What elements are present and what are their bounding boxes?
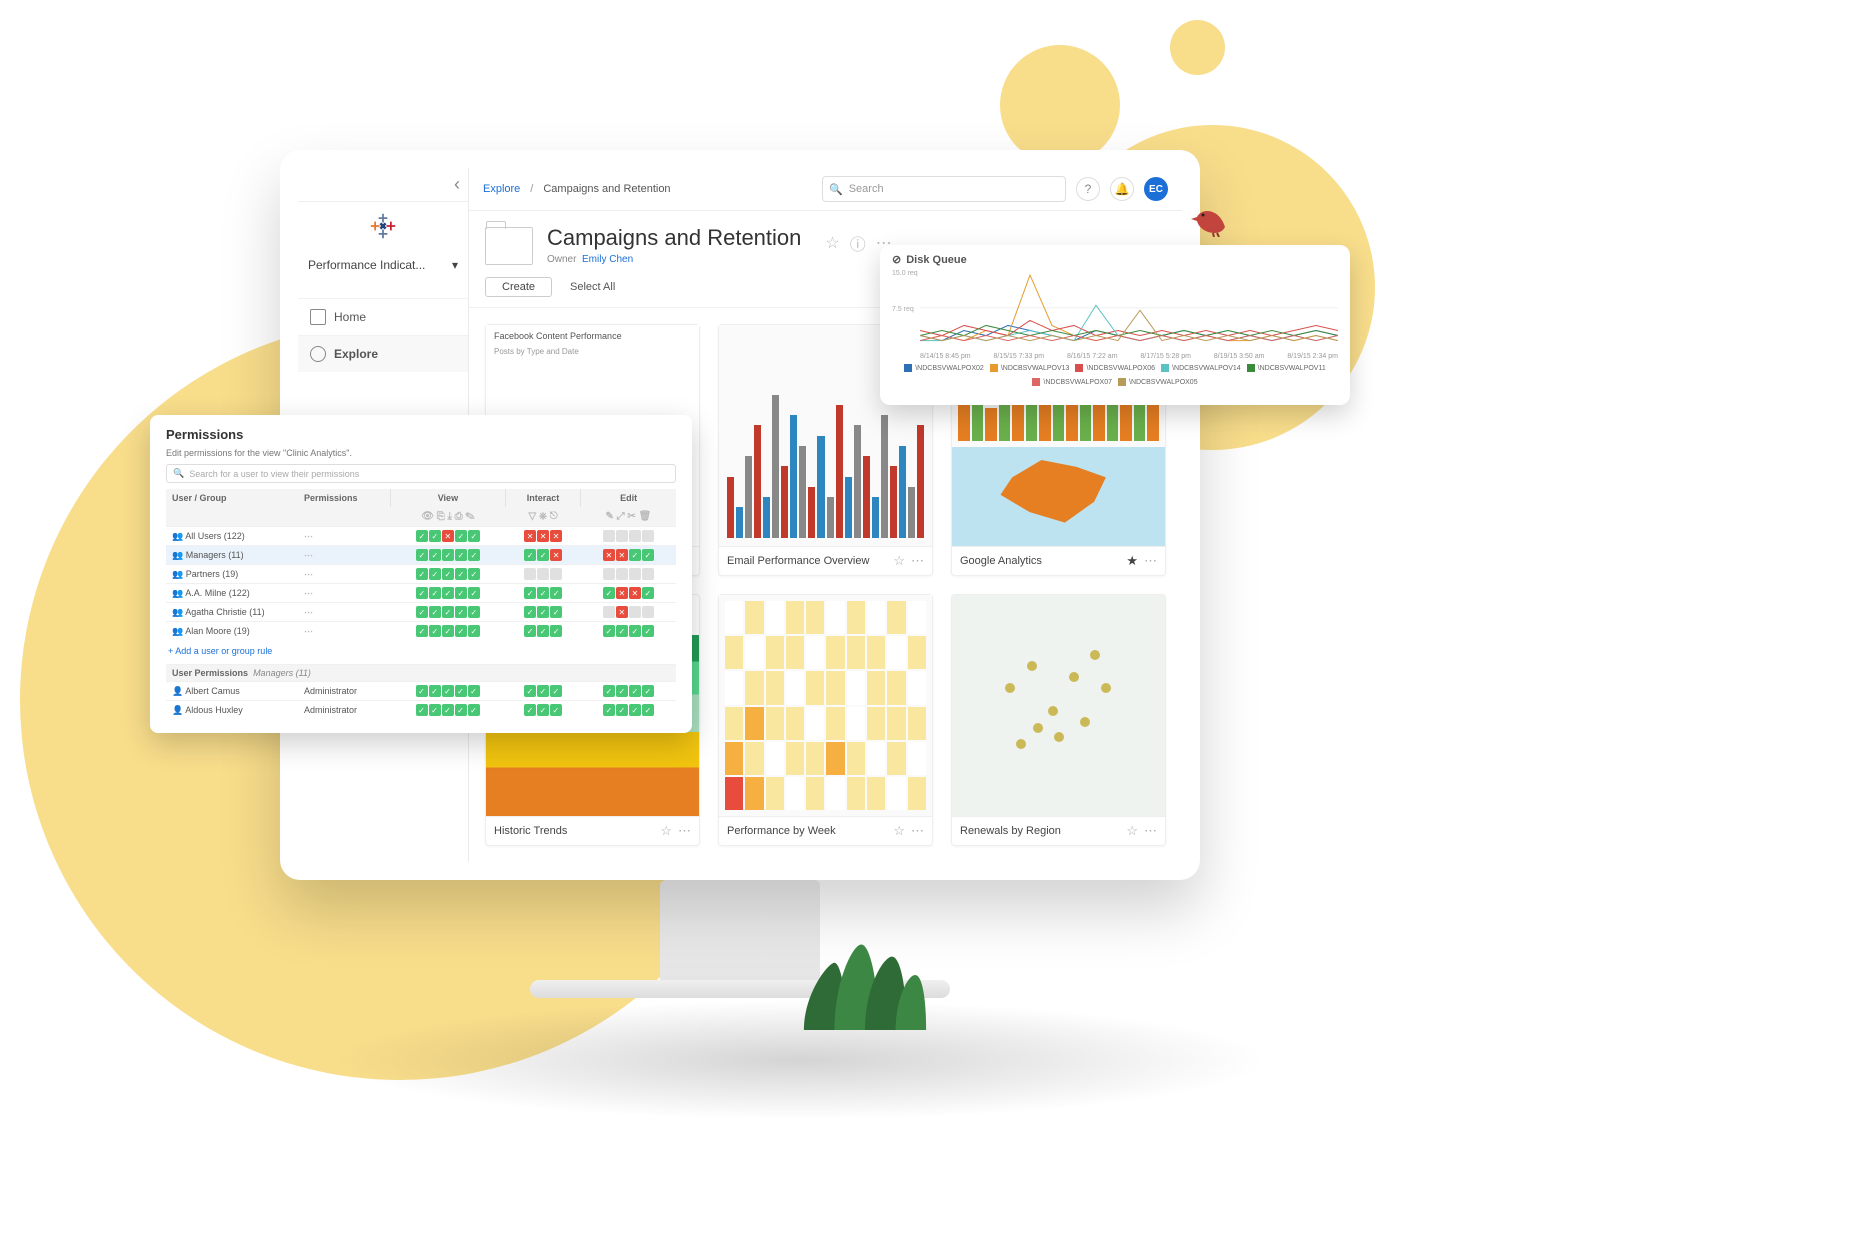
disk-icon: ⊘ — [892, 253, 901, 266]
col-user: User / Group — [166, 489, 298, 507]
bush-icon — [790, 920, 940, 1035]
col-edit: Edit — [581, 489, 676, 507]
create-button[interactable]: Create — [485, 277, 552, 297]
workspace-label: Performance Indicat... — [308, 258, 425, 272]
more-icon[interactable]: ⋯ — [911, 823, 924, 839]
search-input[interactable]: 🔍 Search — [822, 176, 1066, 202]
more-icon[interactable]: ⋯ — [911, 553, 924, 569]
owner-link[interactable]: Emily Chen — [582, 254, 633, 265]
decor-circle — [1170, 20, 1225, 75]
chevron-down-icon: ▾ — [452, 258, 458, 272]
workspace-select[interactable]: Performance Indicat... ▾ — [298, 250, 468, 280]
more-icon[interactable]: ⋯ — [1144, 823, 1157, 839]
perm-row[interactable]: 👥 A.A. Milne (122)⋯✓✓✓✓✓✓✓✓✓✕✕✓ — [166, 584, 676, 603]
permissions-subtitle: Edit permissions for the view "Clinic An… — [166, 448, 676, 458]
nav-home[interactable]: Home — [298, 298, 468, 335]
col-perms: Permissions — [298, 489, 391, 507]
page-title: Campaigns and Retention — [547, 225, 801, 251]
user-avatar[interactable]: EC — [1144, 177, 1168, 201]
workbook-card[interactable]: Performance by Week ☆ ⋯ — [718, 594, 933, 846]
nav-explore[interactable]: Explore — [298, 335, 468, 372]
search-icon: 🔍 — [173, 468, 184, 479]
explore-icon — [310, 346, 326, 362]
breadcrumb-root[interactable]: Explore — [483, 183, 520, 195]
notifications-icon[interactable]: 🔔 — [1110, 177, 1134, 201]
favorite-icon[interactable]: ★ — [1126, 553, 1138, 569]
perm-row[interactable]: 👥 Managers (11)⋯✓✓✓✓✓✓✓✕✕✕✓✓ — [166, 546, 676, 565]
perm-row[interactable]: 👥 All Users (122)⋯✓✓✕✓✓✕✕✕ — [166, 527, 676, 546]
favorite-icon[interactable]: ☆ — [825, 233, 839, 253]
perm-user-row[interactable]: 👤 Albert CamusAdministrator✓✓✓✓✓✓✓✓✓✓✓✓ — [166, 682, 676, 701]
card-title: Email Performance Overview — [727, 555, 869, 567]
permissions-search[interactable]: 🔍 Search for a user to view their permis… — [166, 464, 676, 483]
perm-row[interactable]: 👥 Alan Moore (19)⋯✓✓✓✓✓✓✓✓✓✓✓✓ — [166, 622, 676, 641]
perm-row[interactable]: 👥 Agatha Christie (11)⋯✓✓✓✓✓✓✓✓✕ — [166, 603, 676, 622]
card-title: Google Analytics — [960, 555, 1042, 567]
decor-circle — [1000, 45, 1120, 165]
tableau-logo-icon — [298, 202, 468, 250]
favorite-icon[interactable]: ☆ — [1126, 823, 1138, 839]
disk-chart: 15.0 req 7.5 req 8/14/15 8:45 pm8/15/15 … — [892, 270, 1338, 360]
help-icon[interactable]: ? — [1076, 177, 1100, 201]
topbar: Explore / Campaigns and Retention 🔍 Sear… — [469, 168, 1182, 211]
select-all-button[interactable]: Select All — [570, 281, 615, 293]
collapse-sidebar-icon[interactable]: ‹ — [454, 174, 460, 195]
add-rule-link[interactable]: + Add a user or group rule — [166, 640, 274, 662]
perm-row[interactable]: 👥 Partners (19)⋯✓✓✓✓✓ — [166, 565, 676, 584]
workbook-card[interactable]: Renewals by Region ☆ ⋯ — [951, 594, 1166, 846]
breadcrumb-sep: / — [530, 183, 533, 195]
search-icon: 🔍 — [829, 183, 843, 196]
col-view: View — [391, 489, 506, 507]
info-icon[interactable]: ⓘ — [850, 231, 866, 255]
permissions-title: Permissions — [166, 427, 676, 442]
folder-icon — [485, 227, 533, 265]
card-title: Performance by Week — [727, 825, 836, 837]
nav-label: Home — [334, 310, 366, 324]
favorite-icon[interactable]: ☆ — [893, 553, 905, 569]
breadcrumb-current: Campaigns and Retention — [543, 183, 670, 195]
nav-label: Explore — [334, 347, 378, 361]
more-icon[interactable]: ⋯ — [678, 823, 691, 839]
col-interact: Interact — [505, 489, 581, 507]
card-title: Renewals by Region — [960, 825, 1061, 837]
disk-queue-card: ⊘ Disk Queue 15.0 req 7.5 req 8/14/15 8:4… — [880, 245, 1350, 405]
favorite-icon[interactable]: ☆ — [893, 823, 905, 839]
perm-user-row[interactable]: 👤 Aldous HuxleyAdministrator✓✓✓✓✓✓✓✓✓✓✓✓ — [166, 701, 676, 720]
card-title: Historic Trends — [494, 825, 567, 837]
bird-icon — [1190, 203, 1232, 242]
search-placeholder: Search — [849, 183, 884, 195]
owner-line: Owner Emily Chen — [547, 254, 801, 265]
more-icon[interactable]: ⋯ — [1144, 553, 1157, 569]
disk-title: Disk Queue — [906, 254, 967, 266]
home-icon — [310, 309, 326, 325]
permissions-card: Permissions Edit permissions for the vie… — [150, 415, 692, 733]
favorite-icon[interactable]: ☆ — [660, 823, 672, 839]
